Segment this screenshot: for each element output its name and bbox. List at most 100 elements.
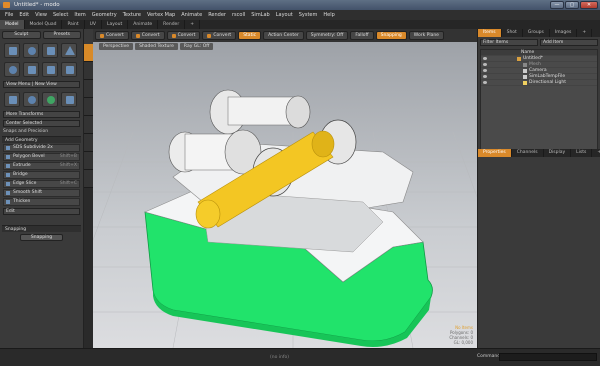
menu-select[interactable]: Select bbox=[50, 12, 71, 18]
view-type-button[interactable]: Perspective bbox=[99, 43, 134, 50]
vtab-vertex-map[interactable] bbox=[84, 134, 93, 152]
pen-tool[interactable] bbox=[42, 62, 58, 77]
tab-paint[interactable]: Paint bbox=[62, 20, 85, 29]
menu-texture[interactable]: Texture bbox=[120, 12, 144, 18]
menu-layout[interactable]: Layout bbox=[273, 12, 296, 18]
curve-tool[interactable] bbox=[61, 62, 77, 77]
vtab-uv[interactable] bbox=[84, 80, 93, 98]
tab-channels[interactable]: Channels bbox=[512, 149, 544, 157]
thicken-button[interactable]: Thicken bbox=[3, 198, 80, 206]
transform-tool[interactable] bbox=[42, 92, 58, 107]
tab-add-panel[interactable]: + bbox=[577, 29, 593, 37]
extrude-button[interactable]: Extrude Shift+X bbox=[3, 162, 80, 170]
edit-dropdown[interactable]: Edit bbox=[3, 208, 80, 215]
bridge-button[interactable]: Bridge bbox=[3, 171, 80, 179]
tab-add-properties[interactable]: + bbox=[592, 149, 600, 157]
visibility-icon[interactable] bbox=[483, 57, 487, 60]
minimize-button[interactable]: — bbox=[550, 1, 564, 9]
tab-items[interactable]: Items bbox=[478, 29, 502, 37]
snapping-section[interactable]: Snapping bbox=[2, 225, 81, 232]
tab-layout[interactable]: Layout bbox=[102, 20, 129, 29]
menu-help[interactable]: Help bbox=[320, 12, 337, 18]
vtab-mesh-edit[interactable] bbox=[84, 62, 93, 80]
menu-edit[interactable]: Edit bbox=[16, 12, 32, 18]
polygon-bevel-button[interactable]: Polygon Bevel Shift+B bbox=[3, 153, 80, 161]
visibility-icon[interactable] bbox=[483, 69, 487, 72]
sphere-tool[interactable] bbox=[23, 43, 39, 58]
tab-add[interactable]: + bbox=[185, 20, 200, 29]
convert-edges-button[interactable]: Convert bbox=[130, 31, 165, 40]
menu-item[interactable]: Item bbox=[71, 12, 88, 18]
center-selected-button[interactable]: Center Selected bbox=[3, 120, 80, 127]
vtab-deform[interactable] bbox=[84, 98, 93, 116]
tab-lists[interactable]: Lists bbox=[571, 149, 593, 157]
menu-vertex-map[interactable]: Vertex Map bbox=[144, 12, 178, 18]
presets-button[interactable]: Presets bbox=[42, 31, 81, 39]
convert-items-button[interactable]: Convert bbox=[202, 31, 237, 40]
menu-view[interactable]: View bbox=[32, 12, 50, 18]
torus-tool[interactable] bbox=[4, 62, 20, 77]
vtab-duplicate[interactable] bbox=[84, 116, 93, 134]
tab-display[interactable]: Display bbox=[544, 149, 572, 157]
raygl-button[interactable]: Ray GL: Off bbox=[179, 43, 214, 50]
command-input[interactable] bbox=[499, 353, 597, 361]
scale-tool[interactable] bbox=[61, 92, 77, 107]
menu-system[interactable]: System bbox=[296, 12, 321, 18]
tab-model[interactable]: Model bbox=[0, 20, 25, 29]
cone-tool[interactable] bbox=[61, 43, 77, 58]
filter-items-dropdown[interactable]: Filter Items bbox=[480, 39, 538, 46]
more-transforms-dropdown[interactable]: More Transforms bbox=[3, 111, 80, 118]
maximize-button[interactable]: ▢ bbox=[565, 1, 579, 9]
menu-file[interactable]: File bbox=[2, 12, 16, 18]
sds-subdivide-button[interactable]: SDS Subdivide 2x bbox=[3, 144, 80, 152]
smooth-shift-button[interactable]: Smooth Shift bbox=[3, 189, 80, 197]
edge-slice-button[interactable]: Edge Slice Shift+C bbox=[3, 180, 80, 188]
tab-uv[interactable]: UV bbox=[85, 20, 102, 29]
vtab-paint[interactable] bbox=[84, 152, 93, 170]
mesh-icon bbox=[523, 63, 527, 67]
capsule-tool[interactable] bbox=[23, 62, 39, 77]
falloff-dropdown[interactable]: Falloff bbox=[350, 31, 374, 40]
close-button[interactable]: ✕ bbox=[580, 1, 598, 9]
vtab-sculpt[interactable] bbox=[84, 170, 93, 188]
visibility-icon[interactable] bbox=[483, 81, 487, 84]
work-plane-dropdown[interactable]: Work Plane bbox=[408, 31, 444, 40]
tab-render[interactable]: Render bbox=[158, 20, 186, 29]
tab-properties[interactable]: Properties bbox=[478, 149, 512, 157]
add-item-dropdown[interactable]: Add Item bbox=[540, 39, 598, 46]
locator-icon bbox=[523, 75, 527, 79]
menu-animate[interactable]: Animate bbox=[178, 12, 205, 18]
tab-model-quad[interactable]: Model Quad bbox=[25, 20, 63, 29]
static-button[interactable]: Static bbox=[238, 31, 262, 40]
move-tool[interactable] bbox=[4, 92, 20, 107]
visibility-icon[interactable] bbox=[483, 63, 487, 66]
menu-rscoll[interactable]: rscoll bbox=[229, 12, 248, 18]
snapping-button[interactable]: Snapping bbox=[20, 234, 63, 241]
sphere-icon bbox=[28, 47, 36, 55]
vtab-basic[interactable] bbox=[84, 44, 93, 62]
convert-vertices-button[interactable]: Convert bbox=[95, 31, 129, 40]
light-icon bbox=[523, 81, 527, 85]
convert-polygons-button[interactable]: Convert bbox=[166, 31, 201, 40]
menu-simlab[interactable]: SimLab bbox=[248, 12, 272, 18]
shading-mode-button[interactable]: Shaded Texture bbox=[135, 43, 178, 50]
tab-groups[interactable]: Groups bbox=[523, 29, 550, 37]
add-geometry-section[interactable]: Add Geometry bbox=[2, 136, 81, 143]
view-menu-dropdown[interactable]: View Menu | New View bbox=[3, 81, 80, 88]
menu-geometry[interactable]: Geometry bbox=[89, 12, 120, 18]
action-center-dropdown[interactable]: Action Center bbox=[263, 31, 304, 40]
symmetry-dropdown[interactable]: Symmetry: Off bbox=[305, 31, 349, 40]
list-item[interactable]: Directional Light bbox=[481, 80, 597, 86]
tab-animate[interactable]: Animate bbox=[128, 20, 159, 29]
cube-tool[interactable] bbox=[4, 43, 20, 58]
tab-shot[interactable]: Shot bbox=[502, 29, 523, 37]
snapping-toggle[interactable]: Snapping bbox=[375, 31, 407, 40]
tab-images[interactable]: Images bbox=[550, 29, 578, 37]
3d-viewport[interactable]: Perspective Shaded Texture Ray GL: Off N… bbox=[93, 42, 477, 348]
menu-render[interactable]: Render bbox=[205, 12, 229, 18]
rotate-tool[interactable] bbox=[23, 92, 39, 107]
visibility-icon[interactable] bbox=[483, 75, 487, 78]
status-info: (no info) bbox=[270, 355, 289, 360]
cylinder-tool[interactable] bbox=[42, 43, 58, 58]
sculpt-button[interactable]: Sculpt bbox=[2, 31, 41, 39]
